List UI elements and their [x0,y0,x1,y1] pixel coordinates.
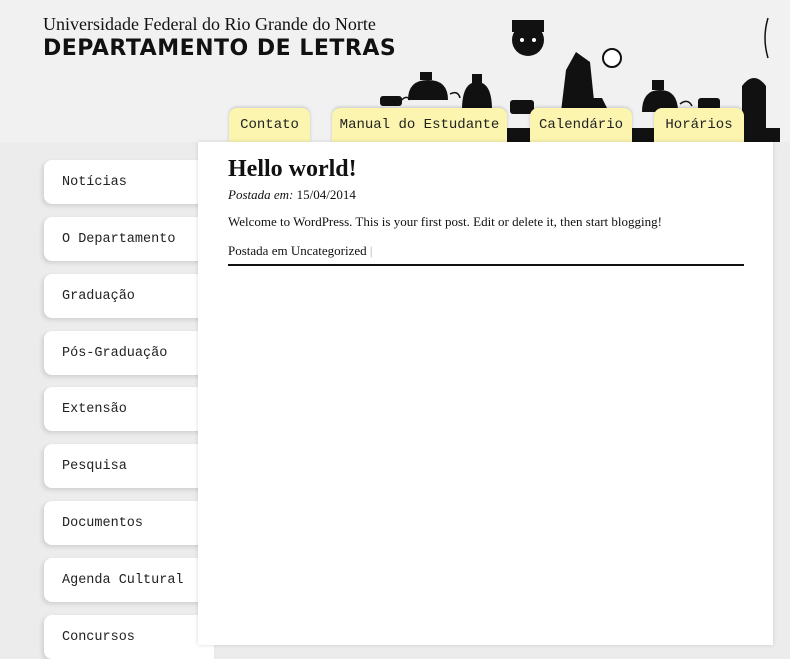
post-date-label: Postada em: [228,187,294,202]
tab-calendario[interactable]: Calendário [530,108,632,142]
post-title[interactable]: Hello world! [228,156,357,183]
sidebar-item-agenda-cultural[interactable]: Agenda Cultural [44,558,214,602]
sidebar-item-label: Pesquisa [62,458,127,474]
department-title[interactable]: DEPARTAMENTO DE LETRAS [43,36,396,61]
sidebar-item-label: Concursos [62,629,135,645]
sidebar-item-noticias[interactable]: Notícias [44,160,214,204]
tab-label: Calendário [538,117,623,133]
sidebar-item-label: Extensão [62,401,127,417]
post-body: Welcome to WordPress. This is your first… [228,214,662,229]
sidebar-item-label: Notícias [62,174,127,190]
sidebar-item-pos-graduacao[interactable]: Pós-Graduação [44,331,214,375]
sidebar-item-label: Graduação [62,288,135,304]
tab-label: Contato [240,117,299,133]
site-header: Universidade Federal do Rio Grande do No… [0,0,790,142]
post-divider [228,264,744,266]
main-content: Hello world! Postada em: 15/04/2014 Welc… [198,142,773,645]
tab-contato[interactable]: Contato [229,108,310,142]
tab-manual-do-estudante[interactable]: Manual do Estudante [332,108,507,142]
post-date-value: 15/04/2014 [296,187,356,202]
post-meta: Postada em Uncategorized | [228,243,372,259]
meta-separator: | [369,243,373,258]
sidebar-item-documentos[interactable]: Documentos [44,501,214,545]
tab-label: Horários [665,117,733,133]
post-meta-prefix: Postada em [228,243,288,258]
sidebar-item-concursos[interactable]: Concursos [44,615,214,659]
sidebar-item-extensao[interactable]: Extensão [44,387,214,431]
sidebar-item-label: Documentos [62,515,144,531]
sidebar-item-label: O Departamento [62,231,176,247]
university-name: Universidade Federal do Rio Grande do No… [43,14,376,34]
sidebar-item-graduacao[interactable]: Graduação [44,274,214,318]
tab-label: Manual do Estudante [339,117,500,133]
sidebar-item-o-departamento[interactable]: O Departamento [44,217,214,261]
category-link[interactable]: Uncategorized [291,243,367,258]
tab-horarios[interactable]: Horários [654,108,744,142]
sidebar-item-label: Pós-Graduação [62,345,168,361]
sidebar-item-pesquisa[interactable]: Pesquisa [44,444,214,488]
post-date: Postada em: 15/04/2014 [228,187,356,203]
sidebar-item-label: Agenda Cultural [62,572,184,588]
